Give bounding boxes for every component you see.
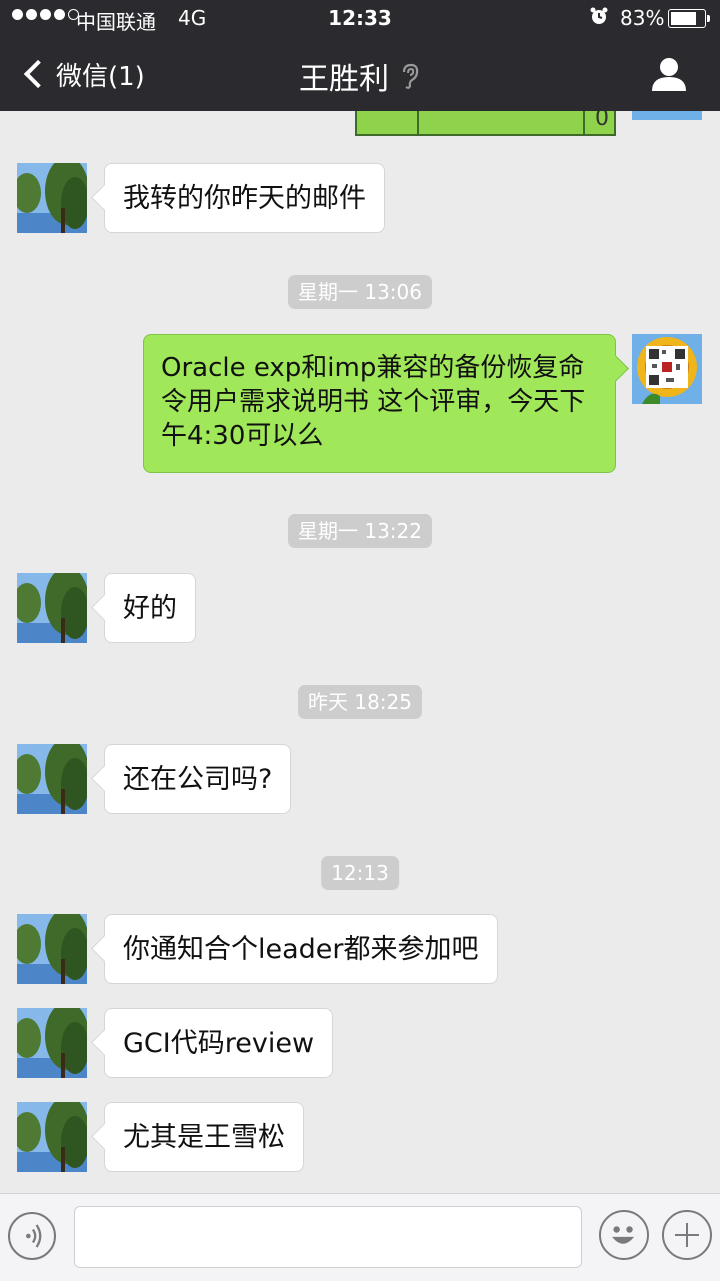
avatar[interactable] [17, 573, 87, 643]
alarm-icon [590, 7, 608, 24]
message-bubble[interactable]: 还在公司吗? [104, 744, 292, 814]
timestamp: 昨天 18:25 [298, 685, 422, 719]
message-bubble[interactable]: 你通知合个leader都来参加吧 [104, 914, 498, 984]
avatar[interactable] [17, 1102, 87, 1172]
voice-icon[interactable] [8, 1212, 56, 1260]
message-bubble[interactable]: 我转的你昨天的邮件 [104, 163, 385, 233]
message-bubble[interactable]: 尤其是王雪松 [104, 1102, 304, 1172]
emoji-icon[interactable] [599, 1210, 649, 1260]
clock: 12:33 [328, 6, 392, 30]
timestamp: 星期一 13:06 [288, 275, 432, 309]
chat-title: 王胜利 [0, 54, 720, 98]
message-bubble[interactable]: 好的 [104, 573, 196, 643]
avatar[interactable] [632, 334, 702, 404]
message-input[interactable] [74, 1206, 582, 1268]
message-bubble-sent[interactable]: Oracle exp和imp兼容的备份恢复命令用户需求说明书 这个评审，今天下午… [143, 334, 616, 473]
timestamp: 星期一 13:22 [288, 514, 432, 548]
input-bar [0, 1193, 720, 1281]
battery-percent: 83% [620, 6, 665, 30]
person-icon[interactable] [650, 56, 688, 92]
ear-icon [402, 63, 419, 89]
timestamp: 12:13 [321, 856, 399, 890]
avatar[interactable] [17, 1008, 87, 1078]
battery-icon [668, 9, 710, 28]
avatar[interactable] [17, 163, 87, 233]
top-bar: 中国联通 4G 12:33 83% 微信(1) 王胜利 [0, 0, 720, 111]
message-bubble[interactable]: GCI代码review [104, 1008, 334, 1078]
avatar[interactable] [17, 914, 87, 984]
contact-name: 王胜利 [299, 62, 389, 97]
image-message-partial[interactable]: 0 [355, 106, 616, 136]
plus-icon[interactable] [662, 1210, 712, 1260]
status-bar: 中国联通 4G 12:33 83% [0, 0, 720, 38]
avatar[interactable] [17, 744, 87, 814]
